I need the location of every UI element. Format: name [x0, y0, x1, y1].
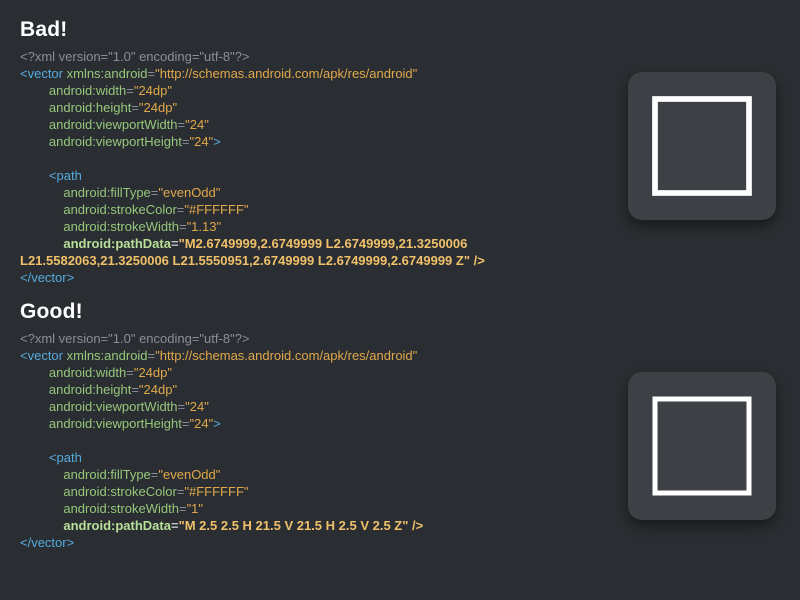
bad-heading: Bad! — [20, 18, 800, 42]
attr-filltype: android:fillType — [63, 467, 150, 482]
attr-xmlns: xmlns:android — [67, 66, 148, 81]
val-filltype: "evenOdd" — [158, 185, 220, 200]
bad-square-rect — [655, 99, 749, 193]
good-heading: Good! — [20, 300, 800, 324]
attr-width: android:width — [49, 83, 126, 98]
val-vpw: "24" — [185, 117, 209, 132]
eq: = — [179, 501, 187, 516]
eq: = — [148, 66, 156, 81]
vector-open: <vector — [20, 66, 67, 81]
val-xmlns: "http://schemas.android.com/apk/res/andr… — [155, 348, 417, 363]
attr-filltype: android:fillType — [63, 185, 150, 200]
vector-close: </vector> — [20, 535, 74, 550]
attr-vpw: android:viewportWidth — [49, 117, 178, 132]
good-square-rect — [655, 399, 749, 493]
attr-vph: android:viewportHeight — [49, 416, 182, 431]
eq: = — [148, 348, 156, 363]
val-width: "24dp" — [134, 365, 172, 380]
xml-declaration: <?xml version="1.0" encoding="utf-8"?> — [20, 49, 250, 64]
val-xmlns: "http://schemas.android.com/apk/res/andr… — [155, 66, 417, 81]
attr-strokecolor: android:strokeColor — [63, 484, 176, 499]
attr-vph: android:viewportHeight — [49, 134, 182, 149]
bad-square-icon — [643, 87, 761, 205]
attr-height: android:height — [49, 382, 131, 397]
attr-vpw: android:viewportWidth — [49, 399, 178, 414]
val-height: "24dp" — [139, 382, 177, 397]
bad-pathdata-line: android:pathData="M2.6749999,2.6749999 L… — [20, 236, 485, 268]
val-pathdata-1: "M2.6749999,2.6749999 L2.6749999,21.3250… — [179, 236, 468, 251]
eq: = — [178, 117, 186, 132]
bad-preview-card — [628, 72, 776, 220]
val-filltype: "evenOdd" — [158, 467, 220, 482]
eq: = — [171, 518, 179, 533]
path-open: <path — [49, 168, 82, 183]
val-pathdata: "M 2.5 2.5 H 21.5 V 21.5 H 2.5 V 2.5 Z" … — [179, 518, 424, 533]
val-strokewidth: "1" — [187, 501, 203, 516]
good-square-icon — [643, 387, 761, 505]
val-width: "24dp" — [134, 83, 172, 98]
good-pathdata-line: android:pathData="M 2.5 2.5 H 21.5 V 21.… — [20, 518, 423, 533]
attr-strokecolor: android:strokeColor — [63, 202, 176, 217]
vector-close: </vector> — [20, 270, 74, 285]
path-open: <path — [49, 450, 82, 465]
val-strokecolor: "#FFFFFF" — [184, 484, 248, 499]
eq: = — [178, 399, 186, 414]
attr-strokewidth: android:strokeWidth — [63, 501, 179, 516]
eq: = — [131, 382, 139, 397]
xml-declaration: <?xml version="1.0" encoding="utf-8"?> — [20, 331, 250, 346]
vector-open-close: > — [213, 134, 221, 149]
eq: = — [126, 83, 134, 98]
eq: = — [126, 365, 134, 380]
attr-width: android:width — [49, 365, 126, 380]
attr-height: android:height — [49, 100, 131, 115]
attr-pathdata: android:pathData — [63, 518, 171, 533]
vector-open-close: > — [213, 416, 221, 431]
vector-open: <vector — [20, 348, 67, 363]
good-preview-card — [628, 372, 776, 520]
attr-pathdata: android:pathData — [63, 236, 171, 251]
attr-xmlns: xmlns:android — [67, 348, 148, 363]
val-vph: "24" — [189, 134, 213, 149]
val-vph: "24" — [189, 416, 213, 431]
val-strokecolor: "#FFFFFF" — [184, 202, 248, 217]
eq: = — [171, 236, 179, 251]
val-height: "24dp" — [139, 100, 177, 115]
val-pathdata-2: L21.5582063,21.3250006 L21.5550951,2.674… — [20, 253, 485, 268]
val-vpw: "24" — [185, 399, 209, 414]
eq: = — [179, 219, 187, 234]
val-strokewidth: "1.13" — [187, 219, 222, 234]
attr-strokewidth: android:strokeWidth — [63, 219, 179, 234]
eq: = — [131, 100, 139, 115]
